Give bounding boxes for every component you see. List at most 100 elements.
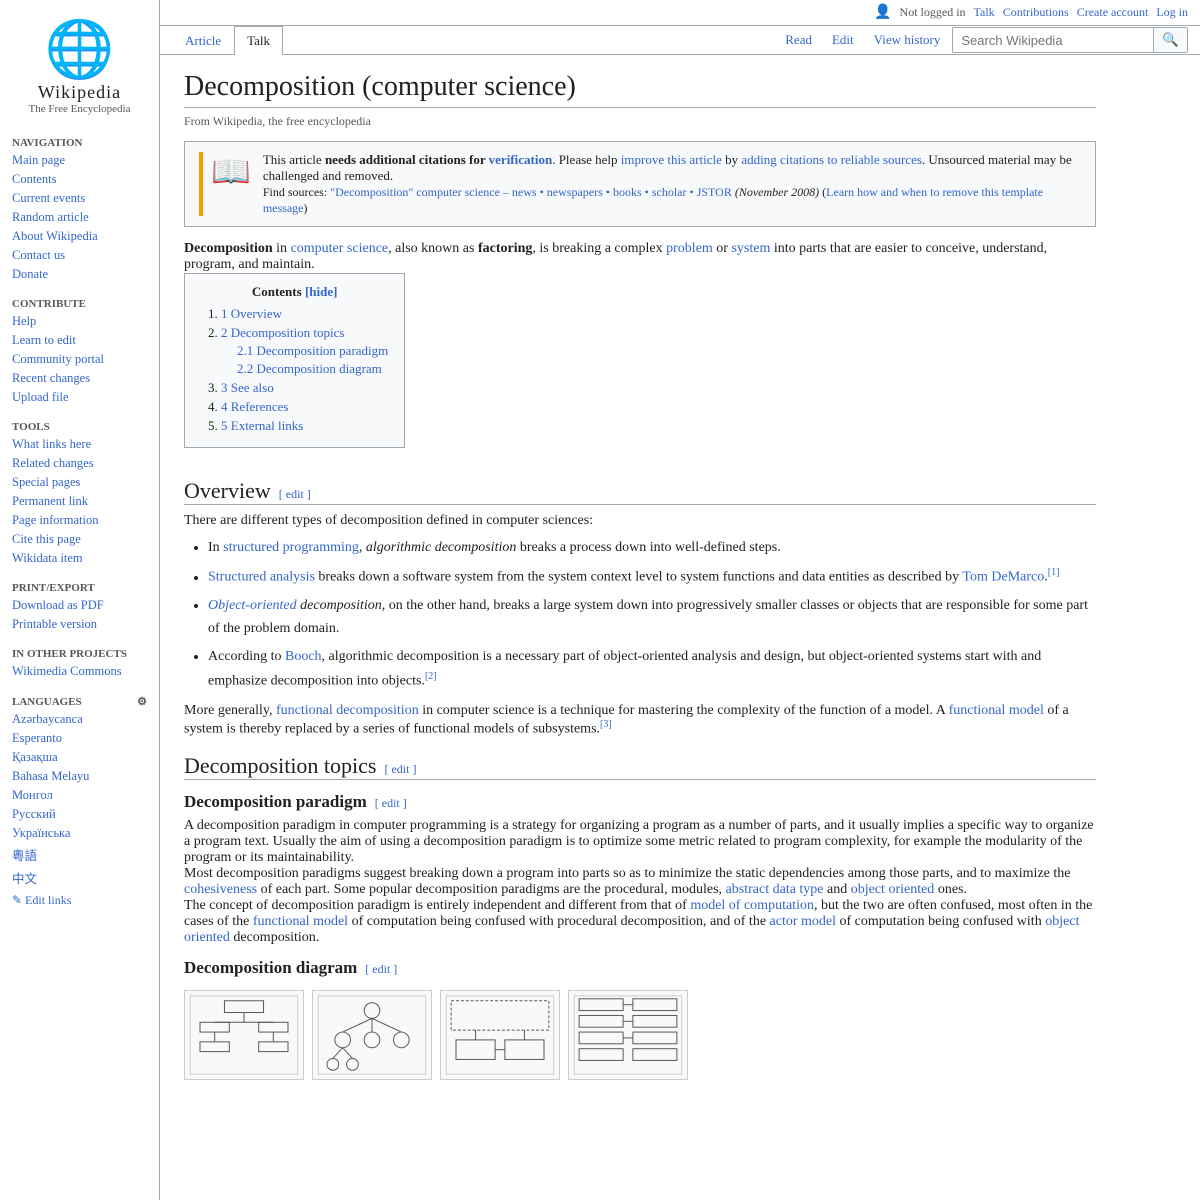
toc-item-2[interactable]: 2 Decomposition topics 2.1 Decomposition… [221, 325, 388, 377]
talk-link[interactable]: Talk [974, 5, 995, 20]
search-button[interactable]: 🔍 [1153, 28, 1187, 52]
site-tagline: The Free Encyclopedia [8, 103, 151, 115]
user-icon: 👤 [874, 4, 891, 21]
sidebar-item-related-changes[interactable]: Related changes [0, 454, 159, 473]
tom-demarco-link[interactable]: Tom DeMarco [962, 570, 1044, 585]
sidebar-item-lang-kazakh[interactable]: Қазақша [0, 748, 159, 767]
sidebar-item-edit-links[interactable]: ✎ Edit links [0, 889, 159, 912]
functional-decomposition-link[interactable]: functional decomposition [276, 703, 419, 718]
sidebar-item-cite[interactable]: Cite this page [0, 530, 159, 549]
overview-edit-link[interactable]: [ edit ] [279, 487, 311, 502]
sidebar-item-download-pdf[interactable]: Download as PDF [0, 596, 159, 615]
functional-model-link2[interactable]: functional model [253, 914, 348, 929]
abstract-data-type-link[interactable]: abstract data type [726, 882, 824, 897]
verification-link[interactable]: verification [489, 152, 553, 167]
toc-item-2-1[interactable]: 2.1 Decomposition paradigm [237, 343, 388, 359]
diagram-thumb-1[interactable] [184, 990, 304, 1080]
paradigm-para2: Most decomposition paradigms suggest bre… [184, 866, 1096, 898]
sidebar-item-lang-mongolian[interactable]: Монгол [0, 786, 159, 805]
read-action[interactable]: Read [777, 28, 820, 52]
otherprojects-section: In other projects Wikimedia Commons [0, 644, 159, 681]
article-title: Decomposition (computer science) [184, 71, 1096, 108]
tabbar: Article Talk Read Edit View history 🔍 [160, 26, 1200, 55]
sidebar-item-lang-azerbaijani[interactable]: Azərbaycanca [0, 710, 159, 729]
model-of-computation-link[interactable]: model of computation [690, 898, 814, 913]
sidebar-item-current-events[interactable]: Current events [0, 189, 159, 208]
toc-item-2-2[interactable]: 2.2 Decomposition diagram [237, 361, 388, 377]
languages-settings-icon[interactable]: ⚙ [137, 695, 147, 708]
object-oriented-link2[interactable]: object oriented [851, 882, 935, 897]
diagram-thumb-2[interactable] [312, 990, 432, 1080]
toc-item-1[interactable]: 1 Overview [221, 306, 388, 322]
toc-hide-link[interactable]: [hide] [305, 284, 338, 299]
sidebar: 🌐 Wikipedia The Free Encyclopedia Naviga… [0, 0, 160, 1200]
sidebar-item-about[interactable]: About Wikipedia [0, 227, 159, 246]
overview-heading: Overview [ edit ] [184, 478, 1096, 505]
tab-article[interactable]: Article [172, 26, 234, 55]
sidebar-item-community-portal[interactable]: Community portal [0, 350, 159, 369]
paradigm-heading: Decomposition paradigm [ edit ] [184, 792, 1096, 812]
sidebar-item-special-pages[interactable]: Special pages [0, 473, 159, 492]
cohesiveness-link[interactable]: cohesiveness [184, 882, 257, 897]
sidebar-item-printable[interactable]: Printable version [0, 615, 159, 634]
sidebar-item-lang-malay[interactable]: Bahasa Melayu [0, 767, 159, 786]
sidebar-item-wikidata[interactable]: Wikidata item [0, 549, 159, 568]
contributions-link[interactable]: Contributions [1003, 5, 1069, 20]
structured-programming-link[interactable]: structured programming [223, 540, 359, 555]
actor-model-link[interactable]: actor model [770, 914, 836, 929]
view-history-action[interactable]: View history [866, 28, 949, 52]
computer-science-link[interactable]: computer science [291, 241, 389, 256]
search-input[interactable] [953, 28, 1153, 52]
create-account-link[interactable]: Create account [1077, 5, 1149, 20]
sidebar-item-permanent-link[interactable]: Permanent link [0, 492, 159, 511]
booch-link[interactable]: Booch [285, 649, 322, 664]
log-in-link[interactable]: Log in [1156, 5, 1188, 20]
decomposition-topics-heading: Decomposition topics [ edit ] [184, 753, 1096, 780]
decomposition-topics-edit-link[interactable]: [ edit ] [384, 762, 416, 777]
sidebar-item-donate[interactable]: Donate [0, 265, 159, 284]
diagram-thumb-3[interactable] [440, 990, 560, 1080]
from-wikipedia-text: From Wikipedia, the free encyclopedia [184, 114, 1096, 129]
adding-citations-link[interactable]: adding citations to reliable sources [741, 152, 922, 167]
sidebar-item-lang-cantonese[interactable]: 粵語 [0, 843, 159, 866]
citation-text: This article needs additional citations … [263, 152, 1081, 216]
sidebar-item-help[interactable]: Help [0, 312, 159, 331]
sidebar-item-contact[interactable]: Contact us [0, 246, 159, 265]
diagram-thumbnails [184, 990, 1096, 1080]
object-oriented-link[interactable]: Object-oriented [208, 598, 297, 613]
sidebar-item-recent-changes[interactable]: Recent changes [0, 369, 159, 388]
problem-link[interactable]: problem [666, 241, 713, 256]
diagram-edit-link[interactable]: [ edit ] [365, 962, 397, 977]
nav-section: Navigation Main page Contents Current ev… [0, 133, 159, 284]
sidebar-item-lang-chinese[interactable]: 中文 [0, 866, 159, 889]
sidebar-item-lang-esperanto[interactable]: Esperanto [0, 729, 159, 748]
sidebar-item-random-article[interactable]: Random article [0, 208, 159, 227]
list-item: According to Booch, algorithmic decompos… [208, 646, 1096, 692]
sidebar-item-contents[interactable]: Contents [0, 170, 159, 189]
sidebar-item-upload-file[interactable]: Upload file [0, 388, 159, 407]
improve-article-link[interactable]: improve this article [621, 152, 722, 167]
toc-item-4[interactable]: 4 References [221, 399, 388, 415]
toc-item-5[interactable]: 5 External links [221, 418, 388, 434]
globe-icon: 🌐 [8, 16, 151, 82]
find-sources-link[interactable]: "Decomposition" computer science – news … [330, 185, 732, 199]
sidebar-item-main-page[interactable]: Main page [0, 151, 159, 170]
overview-list: In structured programming, algorithmic d… [208, 537, 1096, 693]
system-link[interactable]: system [731, 241, 770, 256]
structured-analysis-link[interactable]: Structured analysis [208, 570, 315, 585]
edit-action[interactable]: Edit [824, 28, 862, 52]
sidebar-item-what-links-here[interactable]: What links here [0, 435, 159, 454]
diagram-thumb-4[interactable] [568, 990, 688, 1080]
toc-item-3[interactable]: 3 See also [221, 380, 388, 396]
sidebar-item-lang-russian[interactable]: Русский [0, 805, 159, 824]
sidebar-item-learn-to-edit[interactable]: Learn to edit [0, 331, 159, 350]
functional-model-link[interactable]: functional model [949, 703, 1044, 718]
search-box[interactable]: 🔍 [952, 27, 1188, 53]
sidebar-item-page-info[interactable]: Page information [0, 511, 159, 530]
sidebar-item-wikimedia-commons[interactable]: Wikimedia Commons [0, 662, 159, 681]
tab-talk[interactable]: Talk [234, 26, 283, 55]
citation-icon: 📖 [199, 152, 251, 216]
intro-paragraph: Decomposition in computer science, also … [184, 241, 1096, 273]
sidebar-item-lang-ukrainian[interactable]: Українська [0, 824, 159, 843]
paradigm-edit-link[interactable]: [ edit ] [375, 796, 407, 811]
